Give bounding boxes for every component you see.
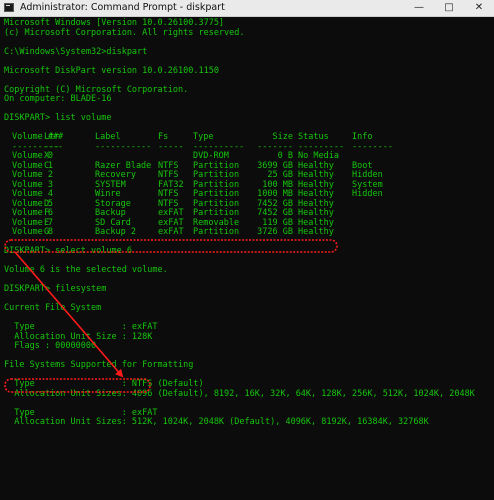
maximize-button[interactable]: □: [434, 0, 464, 16]
table-cell: Healthy: [298, 227, 334, 237]
volume-table-separator: ---------- --- ----------- ----- ---------- -…: [0, 141, 494, 153]
console-line: On computer: BLADE-16: [4, 94, 112, 104]
volume-table-header: Volume ### Ltr Label Fs Type Size Status Info: [0, 132, 494, 143]
console-line: File Systems Supported for Formatting: [4, 360, 194, 370]
console-line: Flags : 00000000: [4, 341, 97, 351]
console-line: Allocation Unit Sizes: 4096 (Default), 8…: [4, 388, 475, 399]
volume-table-row: Volume 4 Winre NTFS Partition 1000 MB Healthy…: [0, 189, 494, 200]
volume-table-row: Volume 8 G Backup 2 exFAT Partition 3726 GB He…: [0, 227, 494, 238]
volume-table-row: Volume 6 F Backup exFAT Partition 7452 GB Heal…: [0, 208, 494, 219]
console-line: DISKPART> filesystem: [4, 284, 107, 294]
table-cell: Hidden: [352, 189, 383, 199]
table-cell: Partition: [193, 227, 240, 237]
table-cell: exFAT: [158, 227, 184, 237]
command-prompt-icon: [4, 3, 14, 12]
console-line: Allocation Unit Sizes: 512K, 1024K, 2048…: [4, 417, 429, 427]
table-cell: 3726 GB: [257, 227, 293, 237]
console-line: (c) Microsoft Corporation. All rights re…: [4, 27, 245, 38]
table-cell: --------: [352, 141, 393, 152]
console-line: Volume 6 is the selected volume.: [4, 265, 168, 275]
minimize-button[interactable]: —: [404, 0, 434, 16]
table-cell: -----------: [95, 141, 152, 152]
console-line: Current File System: [4, 303, 102, 313]
volume-table-row: Volume 1 C Razer Blade NTFS Partition 3699 GB…: [0, 161, 494, 172]
volume-table-row: Volume 7 E SD Card exFAT Removable 119 GB Heal…: [0, 218, 494, 229]
console-line: C:\Windows\System32>diskpart: [4, 46, 148, 57]
window-titlebar[interactable]: Administrator: Command Prompt - diskpart…: [0, 0, 494, 17]
window-title: Administrator: Command Prompt - diskpart: [20, 2, 225, 13]
table-cell: Backup 2: [95, 227, 136, 237]
console-line: DISKPART> select volume 6: [4, 246, 132, 256]
volume-table-row: Volume 5 D Storage NTFS Partition 7452 GB Heal…: [0, 199, 494, 210]
console-output[interactable]: Microsoft Windows [Version 10.0.26100.37…: [0, 17, 494, 500]
close-button[interactable]: ✕: [464, 0, 494, 16]
volume-table-row: Volume 3 SYSTEM FAT32 Partition 100 MB Health…: [0, 180, 494, 191]
console-line: DISKPART> list volume: [4, 113, 112, 123]
console-line: Microsoft DiskPart version 10.0.26100.11…: [4, 65, 219, 76]
table-cell: -----: [158, 141, 184, 152]
table-cell: G: [44, 227, 50, 237]
volume-table-row: Volume 0 X DVD-ROM 0 B No Media: [0, 151, 494, 162]
volume-table-row: Volume 2 Recovery NTFS Partition 25 GB Health…: [0, 170, 494, 181]
